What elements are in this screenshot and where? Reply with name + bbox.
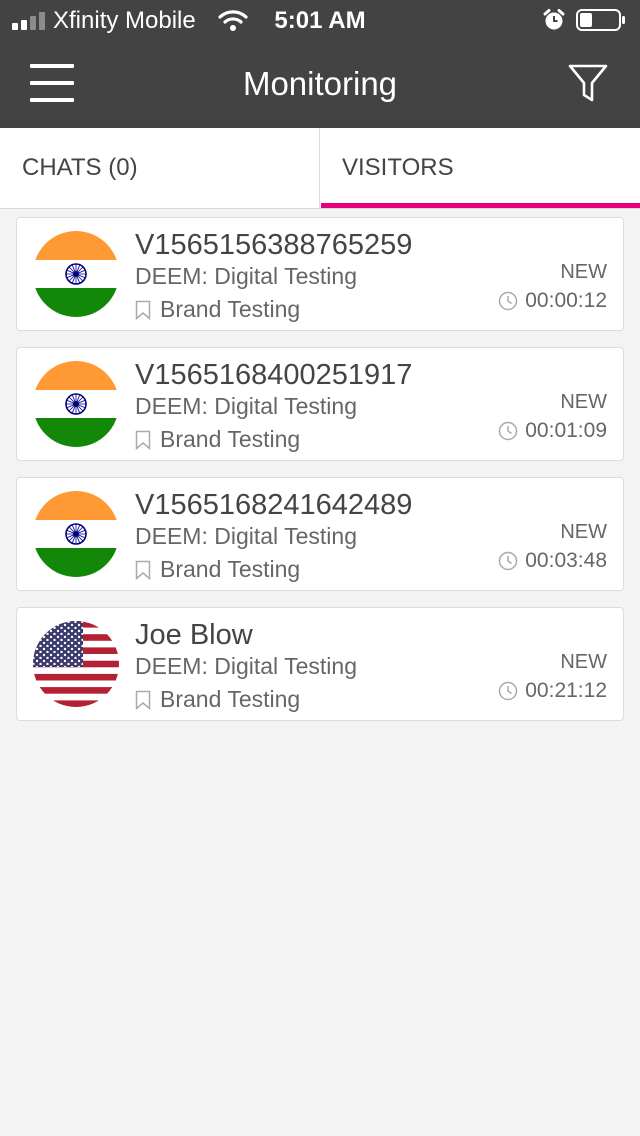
visitor-status: NEW [560,651,607,673]
visitor-duration: 00:03:48 [525,549,607,572]
visitor-duration: 00:01:09 [525,419,607,442]
filter-icon [568,64,608,102]
clock-icon [498,291,518,311]
page-title: Monitoring [242,65,398,102]
india-flag-icon [33,361,119,447]
alarm-icon [543,9,565,30]
visitor-group: Brand Testing [160,556,301,582]
visitor-status: NEW [560,261,607,283]
clock-icon [498,421,518,441]
visitor-card[interactable]: V1565168400251917 DEEM: Digital Testing … [16,347,624,461]
visitor-status: NEW [560,391,607,413]
visitor-card[interactable]: Joe Blow DEEM: Digital Testing Brand Tes… [16,607,624,721]
bookmark-icon [135,690,151,710]
tab-visitors[interactable]: VISITORS [321,128,640,208]
india-flag-icon [33,231,119,317]
usa-flag-icon [33,621,119,707]
visitor-name: Joe Blow [135,619,253,651]
visitor-card[interactable]: V1565156388765259 DEEM: Digital Testing … [16,217,624,331]
visitor-duration: 00:00:12 [525,289,607,312]
status-bar: Xfinity Mobile 5:01 AM [0,0,640,40]
battery-icon [576,9,625,31]
visitor-name: V1565168400251917 [135,359,413,391]
visitor-department: DEEM: Digital Testing [135,393,357,419]
visitor-status: NEW [560,521,607,543]
visitor-department: DEEM: Digital Testing [135,523,357,549]
visitor-name: V1565156388765259 [135,229,413,261]
visitor-duration: 00:21:12 [525,679,607,702]
visitor-group: Brand Testing [160,686,301,712]
clock-icon [498,551,518,571]
visitor-group: Brand Testing [160,296,301,322]
filter-button[interactable] [566,62,610,104]
bookmark-icon [135,560,151,580]
visitor-group: Brand Testing [160,426,301,452]
visitor-card[interactable]: V1565168241642489 DEEM: Digital Testing … [16,477,624,591]
tab-bar: CHATS (0) VISITORS [0,128,640,209]
visitor-department: DEEM: Digital Testing [135,263,357,289]
visitor-department: DEEM: Digital Testing [135,653,357,679]
india-flag-icon [33,491,119,577]
bookmark-icon [135,300,151,320]
tab-chats[interactable]: CHATS (0) [0,128,320,208]
app-header: Xfinity Mobile 5:01 AM Monitoring [0,0,640,128]
clock-icon [498,681,518,701]
visitor-name: V1565168241642489 [135,489,413,521]
active-tab-indicator [321,203,640,208]
bookmark-icon [135,430,151,450]
